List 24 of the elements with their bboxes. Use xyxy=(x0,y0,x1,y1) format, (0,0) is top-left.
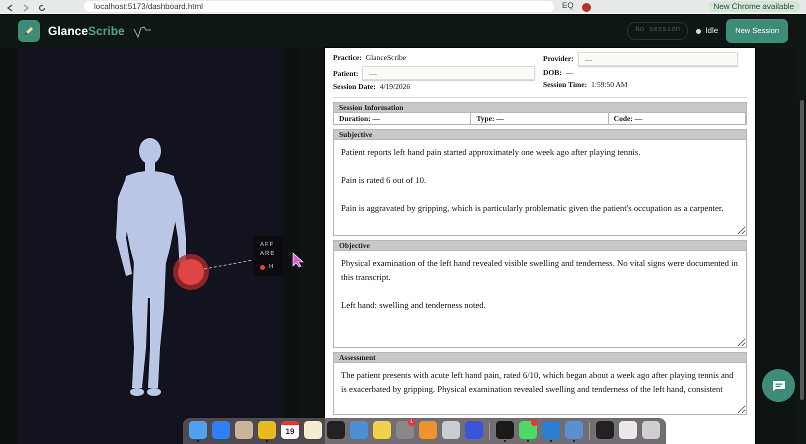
status-dot-icon xyxy=(696,28,702,34)
note-text-area[interactable]: Patient reports left hand pain started approximately one week ago after playing tennis. Pain is rated 6 out of 10. Pain is aggravated by gripping, which is particularly problematic given the patient's occupation as a carpenter. xyxy=(333,140,747,236)
address-bar[interactable]: localhost:5173/dashboard.html xyxy=(84,1,554,12)
extension-label[interactable]: EQ xyxy=(562,0,574,12)
status-label: Idle xyxy=(705,25,718,37)
app-icon[interactable] xyxy=(257,419,277,443)
update-button[interactable]: New Chrome available xyxy=(708,1,800,12)
area-dot-icon xyxy=(260,265,265,270)
chat-button[interactable] xyxy=(762,369,795,402)
note-text-area[interactable]: The patient presents with acute left hand pain, rated 6/10, which began about a week ago after playing tennis and is exacerbated by gripping. Physical examination revealed swelling and tenderness of the left hand, consistent xyxy=(333,362,747,414)
profile-avatar-icon[interactable] xyxy=(582,3,591,12)
reload-icon[interactable] xyxy=(38,4,46,12)
app-icon[interactable] xyxy=(188,419,208,443)
app-icon[interactable] xyxy=(495,419,515,443)
calendar-day: 19 xyxy=(286,426,294,438)
chat-icon xyxy=(772,380,786,392)
logo-icon xyxy=(18,20,40,42)
affected-area-marker[interactable] xyxy=(173,254,209,290)
brand-name: GlanceScribe xyxy=(48,23,125,40)
cursor-icon xyxy=(292,252,304,268)
notification-badge xyxy=(531,419,538,426)
leader-line xyxy=(204,260,254,270)
scrollbar-thumb[interactable] xyxy=(800,100,804,400)
note-text-area[interactable]: Physical examination of the left hand revealed visible swelling and tenderness. No vital signs were documented in this transcript. Left hand: swelling and tenderness noted. xyxy=(333,250,747,348)
